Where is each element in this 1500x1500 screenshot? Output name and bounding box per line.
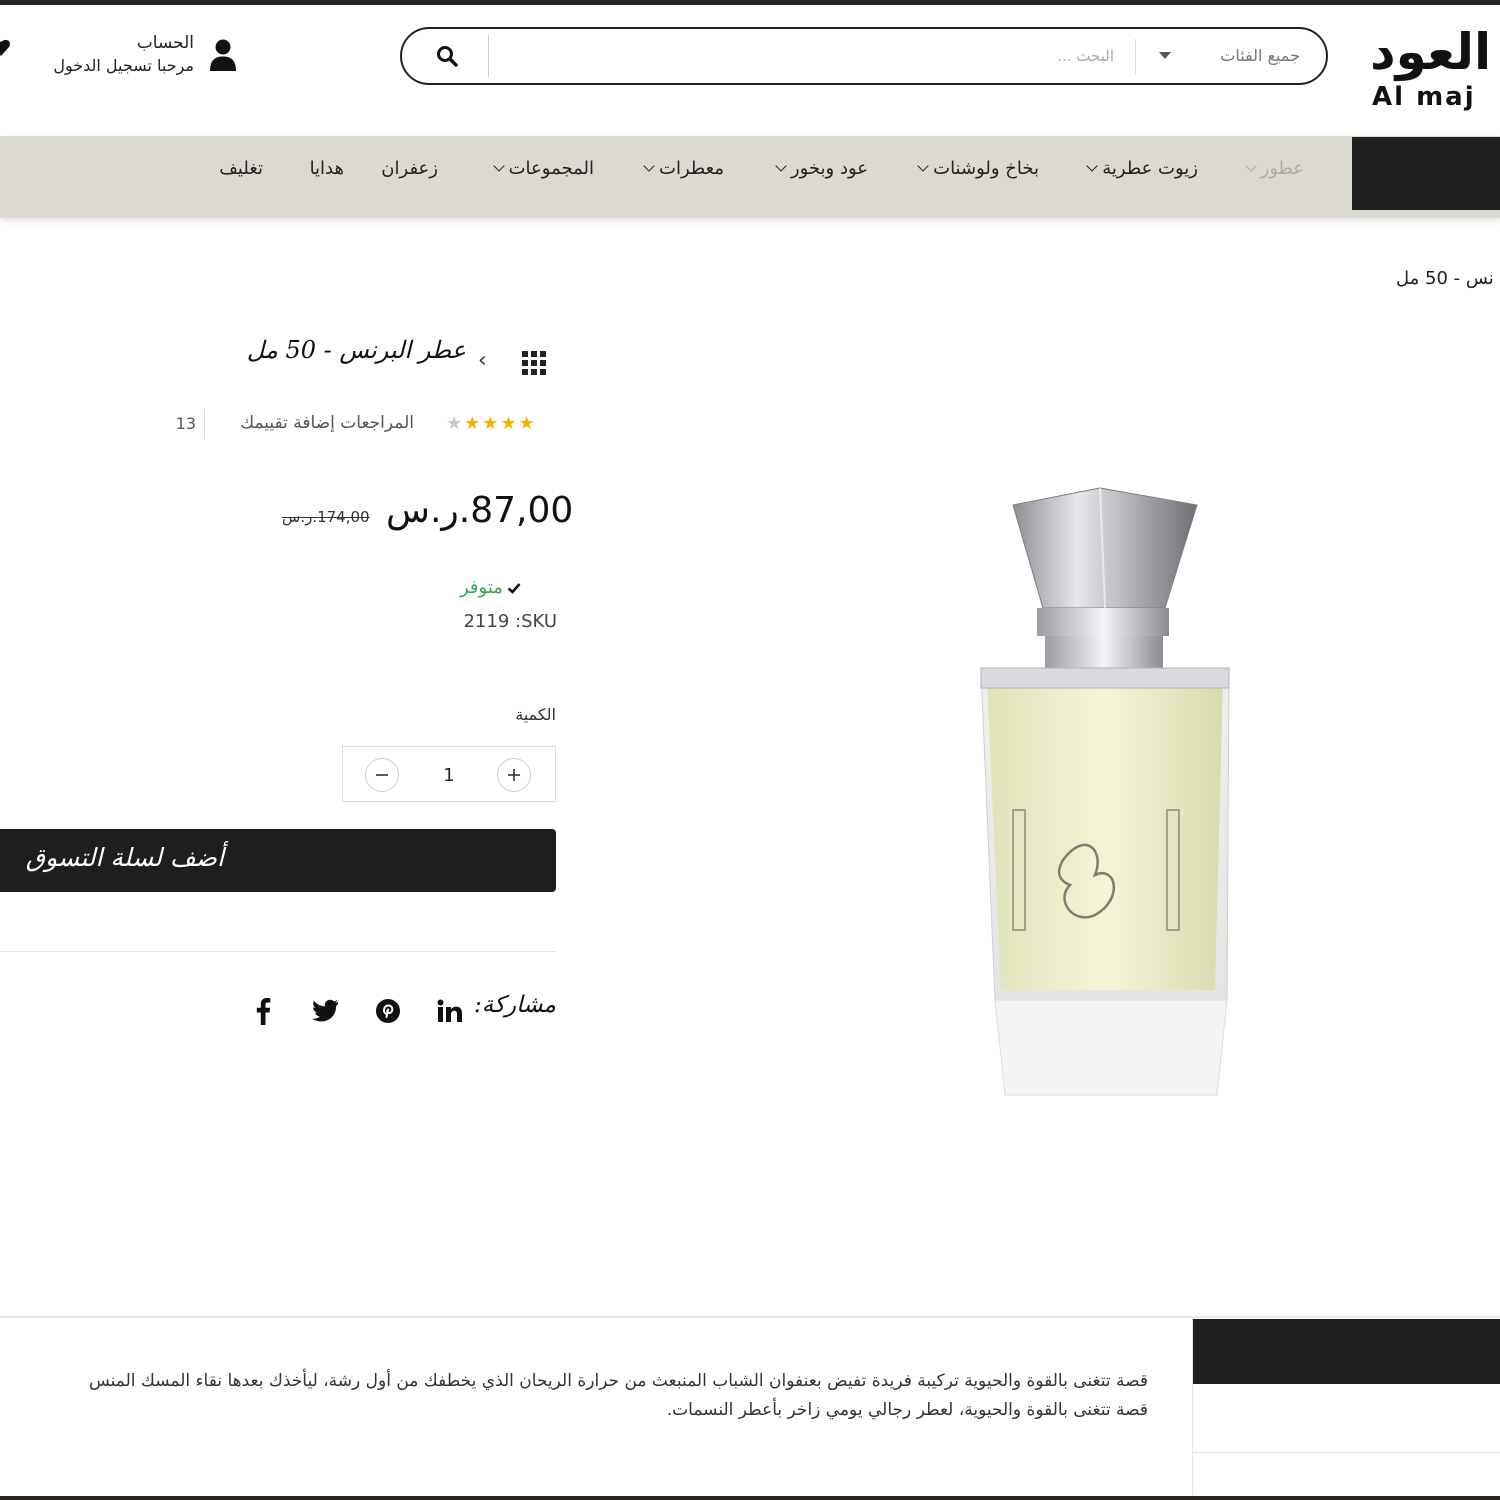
nav-item-label: عود وبخور	[790, 158, 868, 179]
share-twitter-button[interactable]	[310, 996, 340, 1026]
description-line-1: قصة تتغنى بالقوة والحيوية تركيبة فريدة ت…	[88, 1371, 1148, 1391]
check-icon	[507, 582, 521, 594]
share-label: مشاركة:	[474, 992, 556, 1018]
product-sku: 2119 :SKU	[463, 611, 557, 632]
logo-english[interactable]: Al maj	[1372, 82, 1476, 112]
search-bar: جميع الفئات	[400, 27, 1328, 85]
linkedin-icon	[437, 999, 462, 1022]
nav-item-label: هدايا	[309, 158, 344, 179]
share-linkedin-button[interactable]	[435, 996, 465, 1026]
search-category-select[interactable]: جميع الفئات	[1220, 29, 1300, 83]
top-border	[0, 0, 1500, 5]
quantity-label: الكمية	[515, 705, 556, 724]
product-old-price: 174,00.ر.س	[282, 508, 370, 526]
section-divider	[0, 951, 556, 952]
categories-menu-button[interactable]	[1352, 137, 1500, 210]
quantity-stepper	[342, 746, 556, 802]
logo-arabic[interactable]: العود	[1370, 22, 1491, 82]
nav-item-label: تغليف	[219, 158, 263, 179]
nav-item-label: زيوت عطرية	[1102, 158, 1198, 179]
stock-label: متوفر	[460, 577, 503, 598]
star-empty-icon: ★	[446, 413, 463, 434]
tabs-separator	[1193, 1452, 1500, 1453]
plus-icon	[508, 769, 520, 781]
heart-icon[interactable]	[0, 36, 10, 58]
chevron-down-icon	[1244, 160, 1257, 172]
star-icon: ★	[500, 413, 517, 434]
reviews-divider	[204, 409, 205, 439]
search-button[interactable]	[422, 37, 472, 75]
nav-item-label: عطور	[1260, 158, 1305, 179]
nav-item-oud-incense[interactable]: عود وبخور	[773, 158, 868, 179]
account-login-link[interactable]: مرحبا تسجيل الدخول	[20, 56, 194, 75]
star-icon: ★	[518, 413, 535, 434]
nav-item-fresheners[interactable]: معطرات	[641, 158, 724, 179]
quantity-input[interactable]	[429, 761, 469, 789]
nav-item-label: زعفران	[381, 158, 438, 179]
star-icon: ★	[464, 413, 481, 434]
quantity-decrease-button[interactable]	[365, 758, 399, 792]
user-icon[interactable]	[208, 38, 238, 72]
search-divider	[488, 35, 489, 77]
minus-icon	[376, 774, 388, 776]
twitter-icon	[312, 999, 338, 1022]
nav-item-label: معطرات	[659, 158, 724, 179]
add-to-cart-label: أضف لسلة التسوق	[25, 843, 224, 872]
description-line-2: قصة تتغنى بالقوة والحيوية، لعطر رجالي يو…	[666, 1400, 1148, 1420]
stock-status: متوفر	[460, 577, 556, 598]
nav-item-perfume-oils[interactable]: زيوت عطرية	[1084, 158, 1198, 179]
reviews-count: 13	[175, 414, 196, 433]
chevron-down-icon	[492, 160, 505, 172]
facebook-icon	[256, 998, 271, 1025]
reviews-link[interactable]: المراجعات إضافة تقييمك	[216, 413, 414, 433]
nav-item-saffron[interactable]: زعفران	[381, 158, 438, 179]
nav-item-gifts[interactable]: هدايا	[310, 158, 344, 179]
chevron-down-icon	[917, 160, 929, 172]
grid-icon[interactable]	[522, 351, 546, 375]
add-to-cart-button[interactable]: أضف لسلة التسوق	[0, 829, 556, 892]
tab-description[interactable]	[1193, 1319, 1500, 1384]
account-title[interactable]: الحساب	[60, 33, 194, 53]
star-icon: ★	[482, 413, 499, 434]
bottom-border	[0, 1496, 1500, 1500]
search-input[interactable]	[494, 37, 1114, 75]
breadcrumb: نس - 50 مل	[1396, 268, 1494, 289]
share-pinterest-button[interactable]	[373, 996, 403, 1026]
quantity-increase-button[interactable]	[497, 758, 531, 792]
nav-item-wrapping[interactable]: تغليف	[219, 158, 263, 179]
chevron-down-icon	[775, 160, 787, 172]
nav-item-label: المجموعات	[508, 158, 594, 179]
share-facebook-button[interactable]	[248, 996, 278, 1026]
tabs-divider	[0, 1316, 1500, 1318]
chevron-down-icon[interactable]	[1159, 52, 1171, 59]
pinterest-icon	[376, 999, 400, 1023]
product-image[interactable]	[945, 480, 1245, 1120]
nav-item-sprays-lotions[interactable]: بخاخ ولوشنات	[915, 158, 1039, 179]
rating-stars[interactable]: ★ ★ ★ ★ ★	[446, 414, 535, 434]
search-icon	[437, 46, 458, 67]
nav-item-collections[interactable]: المجموعات	[491, 158, 594, 179]
product-title: عطر البرنس - 50 مل	[246, 336, 466, 364]
chevron-left-icon[interactable]: ‹	[478, 348, 487, 373]
chevron-down-icon	[643, 160, 655, 172]
product-price: 87,00.ر.س	[386, 490, 574, 531]
search-divider	[1135, 39, 1136, 75]
chevron-down-icon	[1086, 160, 1098, 172]
nav-item-label: بخاخ ولوشنات	[933, 158, 1039, 179]
nav-item-perfumes[interactable]: عطور	[1243, 158, 1305, 179]
